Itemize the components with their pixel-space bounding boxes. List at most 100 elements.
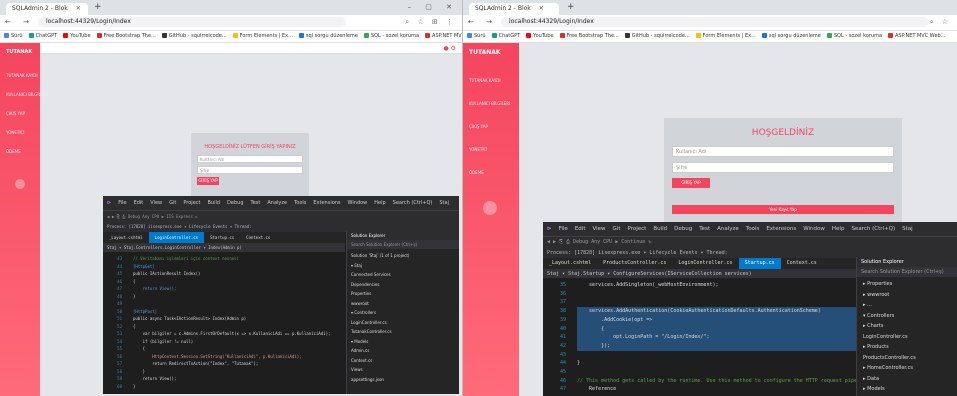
solution-tree-item[interactable]: ▾ Models — [351, 337, 459, 347]
browser-tab[interactable]: SQLAdmin 2 - Blok ✕ — [469, 3, 559, 15]
vs-tab[interactable]: Startup.cs — [738, 258, 781, 269]
code-line[interactable] — [577, 368, 857, 377]
vs-menu-item[interactable]: File — [559, 226, 568, 232]
sidebar-item[interactable]: ÖDEME — [0, 149, 40, 154]
bookmark-item[interactable]: Form Elements | Ex... — [695, 33, 756, 39]
address-icons[interactable]: ⌕ ☆ ⊞ ⋮ — [405, 18, 456, 27]
bookmark-item[interactable]: ASP.NET MVC Web... — [425, 33, 462, 39]
code-line[interactable]: return View(); — [133, 375, 345, 383]
bookmark-item[interactable]: Free Bootstrap The... — [96, 33, 156, 39]
bookmark-item[interactable]: sql sorgu düzenleme — [761, 33, 821, 39]
vs-menu-item[interactable]: Tools — [746, 226, 760, 232]
user-icon[interactable]: ● ⚙ — [443, 45, 456, 52]
code-line[interactable]: } — [577, 359, 857, 368]
solution-tree-item[interactable]: ▸ Models — [863, 384, 957, 395]
solution-tree-item[interactable]: LoginController.cs — [863, 332, 957, 343]
bookmark-item[interactable]: Sürü — [4, 33, 23, 39]
username-input[interactable]: Kullanıcı Adı — [197, 155, 303, 163]
vs-menu-item[interactable]: Analyze — [717, 226, 739, 232]
solution-tree-item[interactable]: Views — [351, 365, 459, 375]
bookmark-item[interactable]: YouTube — [63, 33, 91, 39]
vs-menu-item[interactable]: Staj — [439, 200, 449, 206]
vs-menu-item[interactable]: Help — [832, 226, 845, 232]
bookmark-item[interactable]: sql sorgu düzenleme — [298, 33, 358, 39]
sidebar-item[interactable]: YÖNETİCİ — [0, 130, 40, 135]
bookmark-item[interactable]: GitHub - squirrelcode... — [161, 33, 227, 39]
sidebar-item[interactable]: KULLANICI BİLGİLERİ — [463, 101, 519, 106]
vs-menu-item[interactable]: View — [150, 200, 162, 206]
url-input[interactable]: localhost:44329/Login/Index — [501, 17, 929, 27]
sidebar-item[interactable]: YÖNETİCİ — [463, 147, 519, 152]
vs-tab[interactable]: ProductsController.cs — [597, 258, 672, 269]
sidebar-item[interactable]: TUTANAK KAYDI — [463, 78, 519, 83]
vs-code-editor[interactable]: 43 44 45 46 47 48 49 50 51 52 53 54 55 56 57 58 59 60 // … — [103, 252, 345, 394]
code-line[interactable]: { — [577, 324, 857, 334]
solution-tree-item[interactable]: ProductsController.cs — [863, 353, 957, 364]
address-icons[interactable]: ⌕ ☆ — [930, 18, 951, 27]
close-icon[interactable]: ✕ — [539, 5, 544, 12]
password-input[interactable]: Şifre — [197, 166, 303, 174]
code-line[interactable]: [HttpPost] — [133, 308, 345, 316]
vs-tab[interactable]: _Layout.cshtml — [103, 232, 149, 243]
code-line[interactable]: Reference — [577, 385, 857, 394]
bookmark-item[interactable]: ASP.NET MVC Web... — [888, 33, 945, 39]
solution-tree-item[interactable]: ▸ Products — [863, 342, 957, 353]
bookmark-item[interactable]: Form Elements | Ex... — [232, 33, 293, 39]
password-input[interactable]: Şifre — [672, 162, 894, 173]
new-record-button[interactable]: Yeni Kayıt Yap — [672, 205, 894, 214]
window-controls[interactable]: – ▢ ✕ — [408, 3, 458, 11]
code-line[interactable]: services.AddSingleton(_webHostEnvironmen… — [577, 281, 857, 290]
sidebar-toggle-icon[interactable] — [483, 201, 497, 215]
code-line[interactable] — [577, 298, 857, 307]
code-line[interactable]: // This method gets called by the runtim… — [577, 377, 872, 386]
vs-menu-item[interactable]: Project — [183, 200, 200, 206]
username-input[interactable]: Kullanıcı Adı — [672, 146, 894, 157]
code-line[interactable]: public async Task<IActionResult> Index(A… — [133, 315, 345, 323]
vs-tab[interactable]: LoginController.cs — [148, 232, 205, 243]
solution-tree-item[interactable]: ▸ ... — [863, 300, 957, 311]
vs-menu-item[interactable]: Test — [699, 226, 710, 232]
vs-menu-item[interactable]: Window — [348, 200, 368, 206]
solution-tree-item[interactable]: appsettings.json — [351, 375, 459, 385]
bookmark-item[interactable]: Free Bootstrap The... — [559, 33, 619, 39]
code-line[interactable] — [577, 290, 857, 299]
login-button[interactable]: GİRİŞ YAP — [672, 178, 710, 188]
solution-tree-item[interactable]: Connected Services — [351, 270, 459, 280]
code-line[interactable]: HttpContext.Session.SetString("Kullanici… — [133, 353, 345, 361]
url-input[interactable]: localhost:44329/Login/Index — [38, 17, 346, 27]
vs-menu-item[interactable]: Extensions — [766, 226, 796, 232]
solution-tree-item[interactable]: ▸ Data — [863, 374, 957, 385]
solution-tree-item[interactable]: Dependencies — [351, 280, 459, 290]
vs-tab[interactable]: Startup.cs — [204, 232, 240, 243]
solution-explorer-search[interactable]: Search Solution Explorer (Ctrl+ş) — [347, 240, 459, 249]
code-line[interactable]: .AddCookie(opt => — [577, 315, 857, 325]
vs-tab[interactable]: Context.cs — [240, 232, 276, 243]
bookmark-item[interactable]: Sürü — [467, 33, 486, 39]
sidebar-item[interactable]: ÇIKIŞ YAP — [463, 124, 519, 129]
code-line[interactable]: return RedirectToAction("Index", "Tutana… — [133, 360, 345, 368]
code-line[interactable]: public IActionResult Index() — [133, 270, 345, 278]
code-line[interactable]: { — [133, 323, 345, 331]
solution-tree-item[interactable]: Admin.cs — [351, 346, 459, 356]
vs-menu-item[interactable]: View — [592, 226, 605, 232]
code-line[interactable]: { — [133, 278, 345, 286]
code-content[interactable]: services.AddSingleton(_webHostEnvironmen… — [577, 278, 872, 394]
sidebar-item[interactable]: TUTANAK KAYDI — [0, 73, 40, 78]
vs-code-editor[interactable]: 35 36 37 38 39 40 41 42 43 44 45 46 47 services.AddS… — [543, 278, 872, 396]
code-line[interactable]: // Veritabanı işlemleri için context nes… — [133, 255, 345, 263]
vs-menu-item[interactable]: Help — [374, 200, 385, 206]
vs-menu-item[interactable]: Debug — [227, 200, 243, 206]
sidebar-item[interactable]: ÇIKIŞ YAP — [0, 111, 40, 116]
vs-menu-item[interactable]: Build — [207, 200, 220, 206]
code-line[interactable]: return View(); — [133, 285, 345, 293]
login-button[interactable]: GİRİŞ YAP — [197, 177, 219, 185]
code-line[interactable]: [HttpGet] — [133, 263, 345, 271]
vs-menu-item[interactable]: Project — [628, 226, 647, 232]
vs-tab[interactable]: _Layout.cshtml — [543, 258, 597, 269]
new-tab-button[interactable]: + — [94, 2, 102, 12]
sidebar-toggle-icon[interactable] — [15, 179, 25, 189]
solution-tree-item[interactable]: ▸ wwwroot — [863, 290, 957, 301]
solution-tree-item[interactable]: ▾ Controllers — [351, 308, 459, 318]
bookmark-item[interactable]: ChatGPT — [28, 33, 57, 39]
bookmark-item[interactable]: SQL - sozel koruma — [363, 33, 419, 39]
